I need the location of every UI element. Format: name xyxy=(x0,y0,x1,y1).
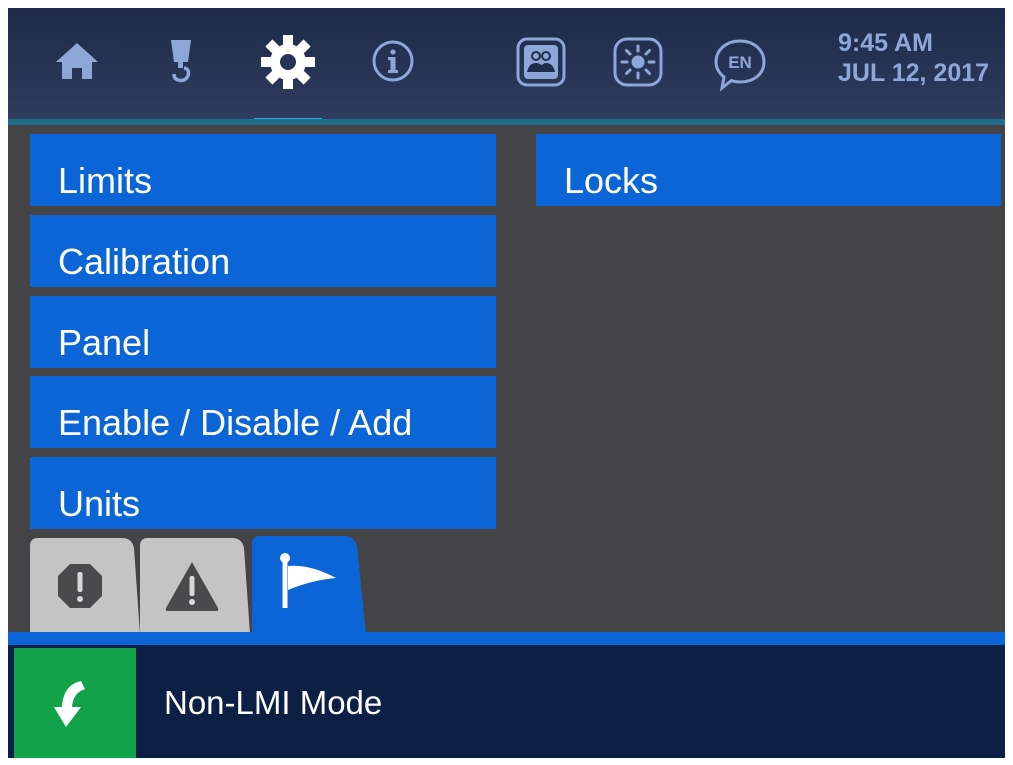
curved-arrow-icon[interactable] xyxy=(14,648,136,758)
menu-item-units[interactable]: Units xyxy=(30,457,496,529)
menu-item-enable-disable-add[interactable]: Enable / Disable / Add xyxy=(30,376,496,448)
hook-icon[interactable] xyxy=(158,38,204,84)
language-bubble-icon[interactable]: EN xyxy=(712,36,766,92)
menu-item-label: Panel xyxy=(58,322,151,363)
tab-flags[interactable] xyxy=(252,536,366,634)
menu-item-panel[interactable]: Panel xyxy=(30,296,496,368)
status-bar xyxy=(8,645,1005,758)
menu-item-limits[interactable]: Limits xyxy=(30,134,496,206)
menu-item-calibration[interactable]: Calibration xyxy=(30,215,496,287)
language-code: EN xyxy=(728,53,752,72)
menu-item-locks[interactable]: Locks xyxy=(536,134,1001,206)
info-icon[interactable] xyxy=(370,38,416,84)
home-icon[interactable] xyxy=(54,38,100,84)
status-mode-text: Non-LMI Mode xyxy=(164,684,383,721)
menu-item-label: Units xyxy=(58,483,141,524)
clock-time: 9:45 AM xyxy=(838,29,933,57)
menu-item-label: Limits xyxy=(58,160,153,201)
users-icon[interactable] xyxy=(515,36,567,88)
app-screen: EN 9:45 AM JUL 12, 2017 Limits Calibrati… xyxy=(8,8,1005,758)
sun-icon[interactable] xyxy=(612,36,664,88)
gear-icon[interactable] xyxy=(258,32,318,92)
tab-alarms[interactable] xyxy=(30,538,140,634)
menu-item-label: Locks xyxy=(564,160,659,201)
top-bar-divider xyxy=(8,119,1005,125)
menu-item-label: Calibration xyxy=(58,241,231,282)
top-bar: EN 9:45 AM JUL 12, 2017 xyxy=(8,8,1005,125)
clock-date: JUL 12, 2017 xyxy=(838,59,990,87)
tab-strip xyxy=(8,632,1005,645)
menu-item-label: Enable / Disable / Add xyxy=(58,402,413,443)
tab-warnings[interactable] xyxy=(140,538,250,634)
clock: 9:45 AM JUL 12, 2017 xyxy=(838,28,989,88)
octagon-exclamation-icon xyxy=(58,564,102,608)
